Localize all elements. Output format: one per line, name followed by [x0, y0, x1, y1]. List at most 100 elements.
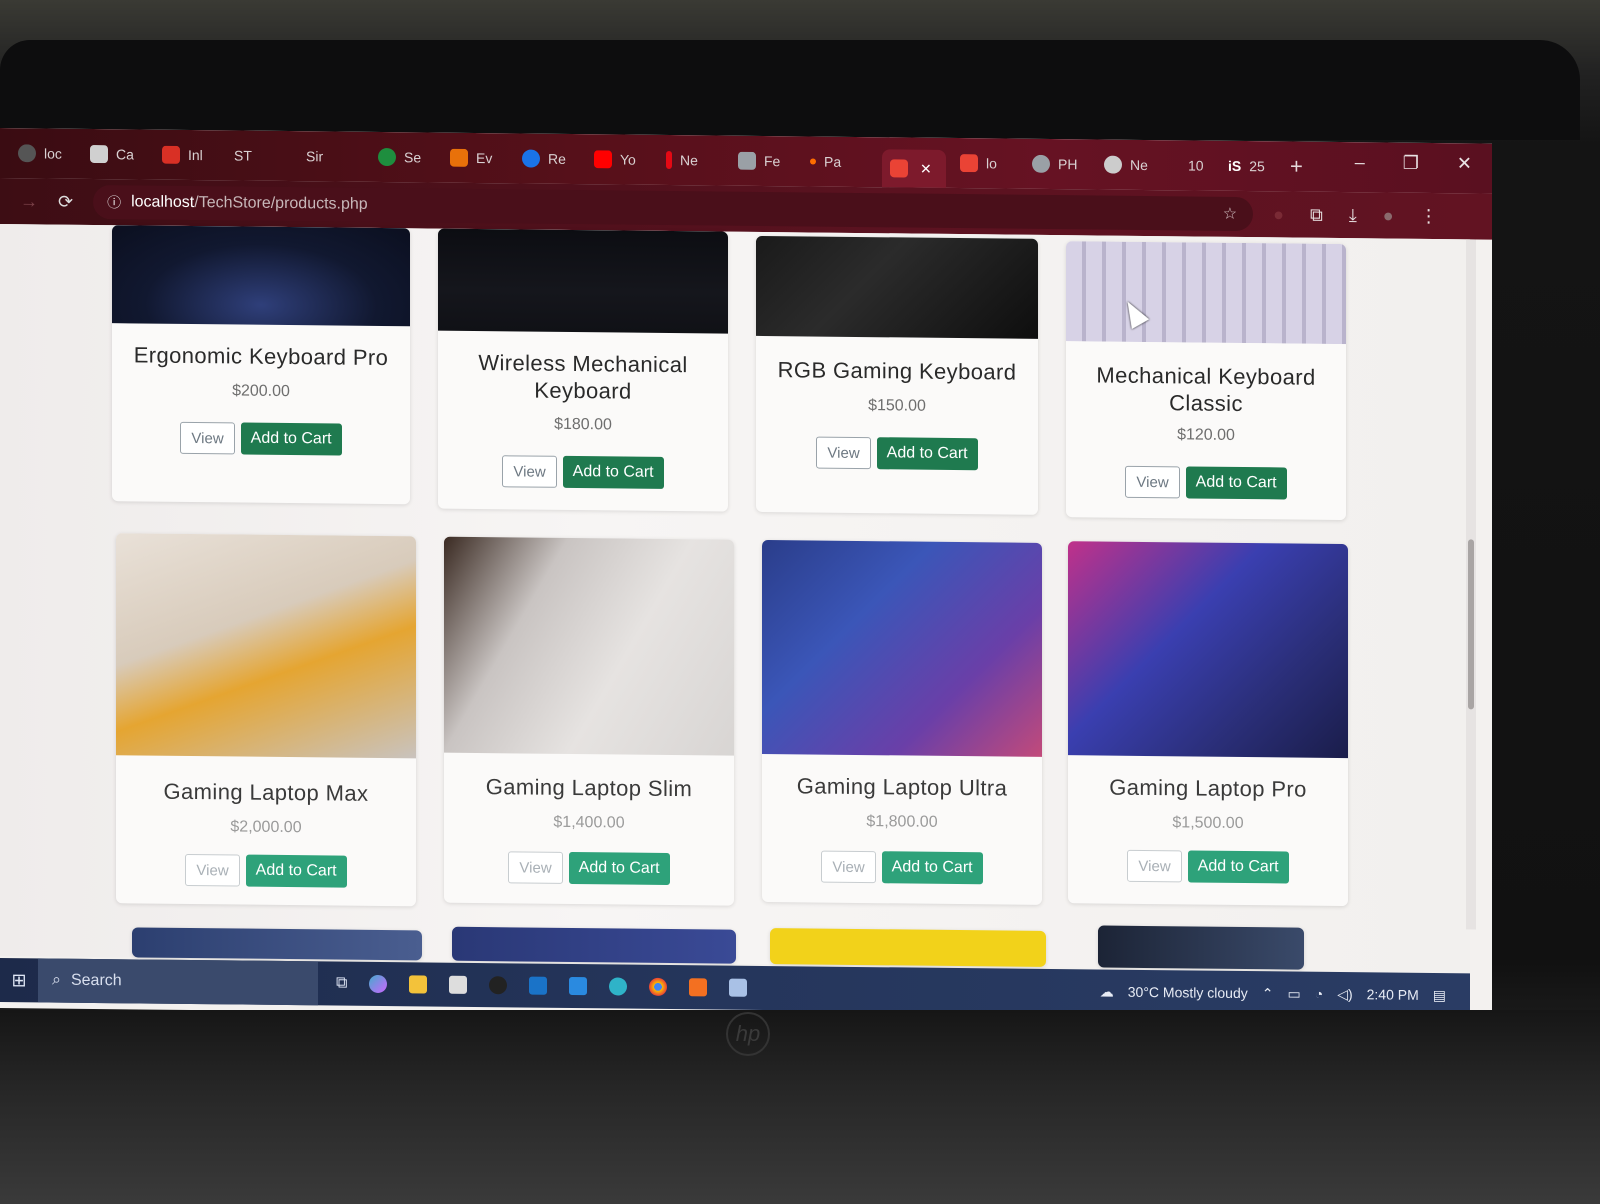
- view-button[interactable]: View: [816, 436, 871, 470]
- tab[interactable]: PH: [1032, 154, 1104, 174]
- product-price: $1,800.00: [866, 813, 938, 831]
- hp-logo-icon: hp: [726, 1012, 770, 1056]
- product-price: $120.00: [1177, 426, 1235, 444]
- add-to-cart-button[interactable]: Add to Cart: [1185, 466, 1287, 500]
- tab[interactable]: Fe: [738, 151, 810, 171]
- xampp-icon[interactable]: [689, 978, 708, 997]
- tab[interactable]: Se: [378, 147, 450, 167]
- tab-favicon-icon: [738, 151, 756, 170]
- copilot-icon[interactable]: [369, 974, 388, 994]
- product-card: RGB Gaming Keyboard $150.00 View Add to …: [756, 235, 1038, 515]
- product-card-partial: [132, 927, 422, 961]
- tab[interactable]: Ca: [90, 144, 162, 164]
- tab[interactable]: Ne: [666, 150, 738, 170]
- product-card: Wireless Mechanical Keyboard $180.00 Vie…: [438, 228, 728, 512]
- weather-text[interactable]: 30°C Mostly cloudy: [1128, 984, 1248, 1001]
- minimize-icon[interactable]: –: [1355, 152, 1365, 173]
- wifi-icon[interactable]: ◔: [1315, 986, 1323, 1002]
- product-price: $200.00: [232, 382, 290, 401]
- task-view-icon[interactable]: ⧉: [336, 975, 347, 993]
- tab[interactable]: 10: [1188, 157, 1228, 173]
- outlook-icon[interactable]: [529, 976, 548, 995]
- view-button[interactable]: View: [821, 850, 876, 884]
- taskbar-search[interactable]: ⌕ Search: [38, 958, 318, 1006]
- view-button[interactable]: View: [180, 421, 235, 455]
- product-price: $1,400.00: [553, 813, 625, 832]
- tab-active[interactable]: ✕: [882, 149, 946, 188]
- product-price: $150.00: [868, 397, 926, 415]
- add-to-cart-button[interactable]: Add to Cart: [568, 851, 670, 886]
- scrollbar-thumb[interactable]: [1468, 539, 1474, 710]
- view-button[interactable]: View: [1125, 465, 1180, 499]
- edge-icon[interactable]: [609, 977, 628, 996]
- tab[interactable]: Ev: [450, 148, 522, 168]
- tab[interactable]: Sir: [306, 148, 378, 165]
- volume-icon[interactable]: ◁): [1337, 986, 1352, 1003]
- add-to-cart-button[interactable]: Add to Cart: [240, 422, 342, 456]
- add-to-cart-button[interactable]: Add to Cart: [876, 437, 978, 471]
- extensions-puzzle-icon[interactable]: ⧉: [1310, 204, 1323, 225]
- keyboard-app-icon[interactable]: [729, 978, 748, 997]
- view-button[interactable]: View: [1127, 849, 1182, 883]
- product-card: Gaming Laptop Ultra $1,800.00 View Add t…: [762, 539, 1042, 905]
- netflix-icon: [666, 150, 672, 170]
- tab-favicon-icon: [890, 159, 908, 178]
- tab-favicon-icon: [18, 144, 36, 163]
- add-to-cart-button[interactable]: Add to Cart: [245, 854, 347, 888]
- product-actions: View Add to Cart: [1066, 465, 1346, 500]
- profile-avatar-icon[interactable]: ●: [1383, 205, 1394, 226]
- add-to-cart-button[interactable]: Add to Cart: [881, 851, 983, 885]
- product-card-partial: [1098, 925, 1304, 970]
- download-icon[interactable]: ⤓: [1349, 205, 1357, 226]
- add-to-cart-button[interactable]: Add to Cart: [1187, 850, 1289, 884]
- weather-cloud-icon[interactable]: ☁: [1100, 983, 1114, 1000]
- clock-time[interactable]: 2:40 PM: [1367, 986, 1419, 1003]
- tab-favicon-icon: [90, 144, 108, 164]
- bookmark-star-icon[interactable]: ☆: [1223, 204, 1237, 224]
- close-window-icon[interactable]: ✕: [1457, 153, 1472, 174]
- tab[interactable]: Pa: [810, 153, 882, 170]
- view-button[interactable]: View: [185, 853, 240, 887]
- forward-icon[interactable]: →: [20, 191, 38, 212]
- tab[interactable]: loc: [18, 144, 90, 163]
- menu-kebab-icon[interactable]: ⋮: [1420, 205, 1438, 226]
- notifications-icon[interactable]: ▤: [1433, 987, 1446, 1004]
- tab[interactable]: ST: [234, 147, 306, 164]
- product-actions: View Add to Cart: [116, 853, 416, 888]
- vscode-icon[interactable]: [569, 976, 588, 996]
- product-name: Gaming Laptop Pro: [1109, 774, 1307, 802]
- new-tab-button[interactable]: +: [1290, 154, 1303, 180]
- media-icon[interactable]: [489, 976, 508, 995]
- reload-icon[interactable]: ⟳: [58, 191, 73, 212]
- tray-chevron-icon[interactable]: ⌃: [1262, 985, 1274, 1002]
- tab[interactable]: Re: [522, 149, 594, 168]
- tab[interactable]: iS 25: [1228, 158, 1278, 175]
- extension-red-icon[interactable]: ●: [1273, 204, 1284, 225]
- tab[interactable]: Ne: [1104, 155, 1176, 175]
- file-explorer-icon[interactable]: [409, 975, 428, 994]
- product-card: Gaming Laptop Slim $1,400.00 View Add to…: [444, 536, 734, 906]
- taskbar-apps: ⧉: [336, 974, 748, 997]
- tab-favicon-icon: [960, 154, 978, 173]
- view-button[interactable]: View: [502, 455, 557, 488]
- url-path: /TechStore/products.php: [194, 194, 368, 213]
- close-icon[interactable]: ✕: [920, 160, 932, 177]
- gmail-icon: [162, 145, 180, 164]
- tab[interactable]: Yo: [594, 150, 666, 169]
- chrome-icon[interactable]: [649, 977, 668, 996]
- battery-icon[interactable]: ▭: [1287, 985, 1300, 1002]
- view-button[interactable]: View: [508, 851, 563, 884]
- store-icon[interactable]: [449, 975, 468, 994]
- product-price: $2,000.00: [230, 818, 302, 837]
- products-page: Ergonomic Keyboard Pro $200.00 View Add …: [0, 224, 1470, 972]
- windows-start-icon[interactable]: ⊞: [0, 970, 38, 991]
- add-to-cart-button[interactable]: Add to Cart: [562, 455, 664, 489]
- site-info-icon[interactable]: ⓘ: [107, 192, 121, 212]
- tab-favicon-icon: iS: [1228, 157, 1242, 174]
- page-scrollbar[interactable]: [1466, 239, 1476, 930]
- restore-icon[interactable]: ❐: [1403, 153, 1419, 174]
- product-name: Mechanical Keyboard Classic: [1096, 362, 1316, 417]
- tab[interactable]: lo: [960, 154, 1032, 173]
- tab[interactable]: Inl: [162, 145, 234, 165]
- address-bar[interactable]: ⓘ localhost/TechStore/products.php ☆: [93, 184, 1254, 232]
